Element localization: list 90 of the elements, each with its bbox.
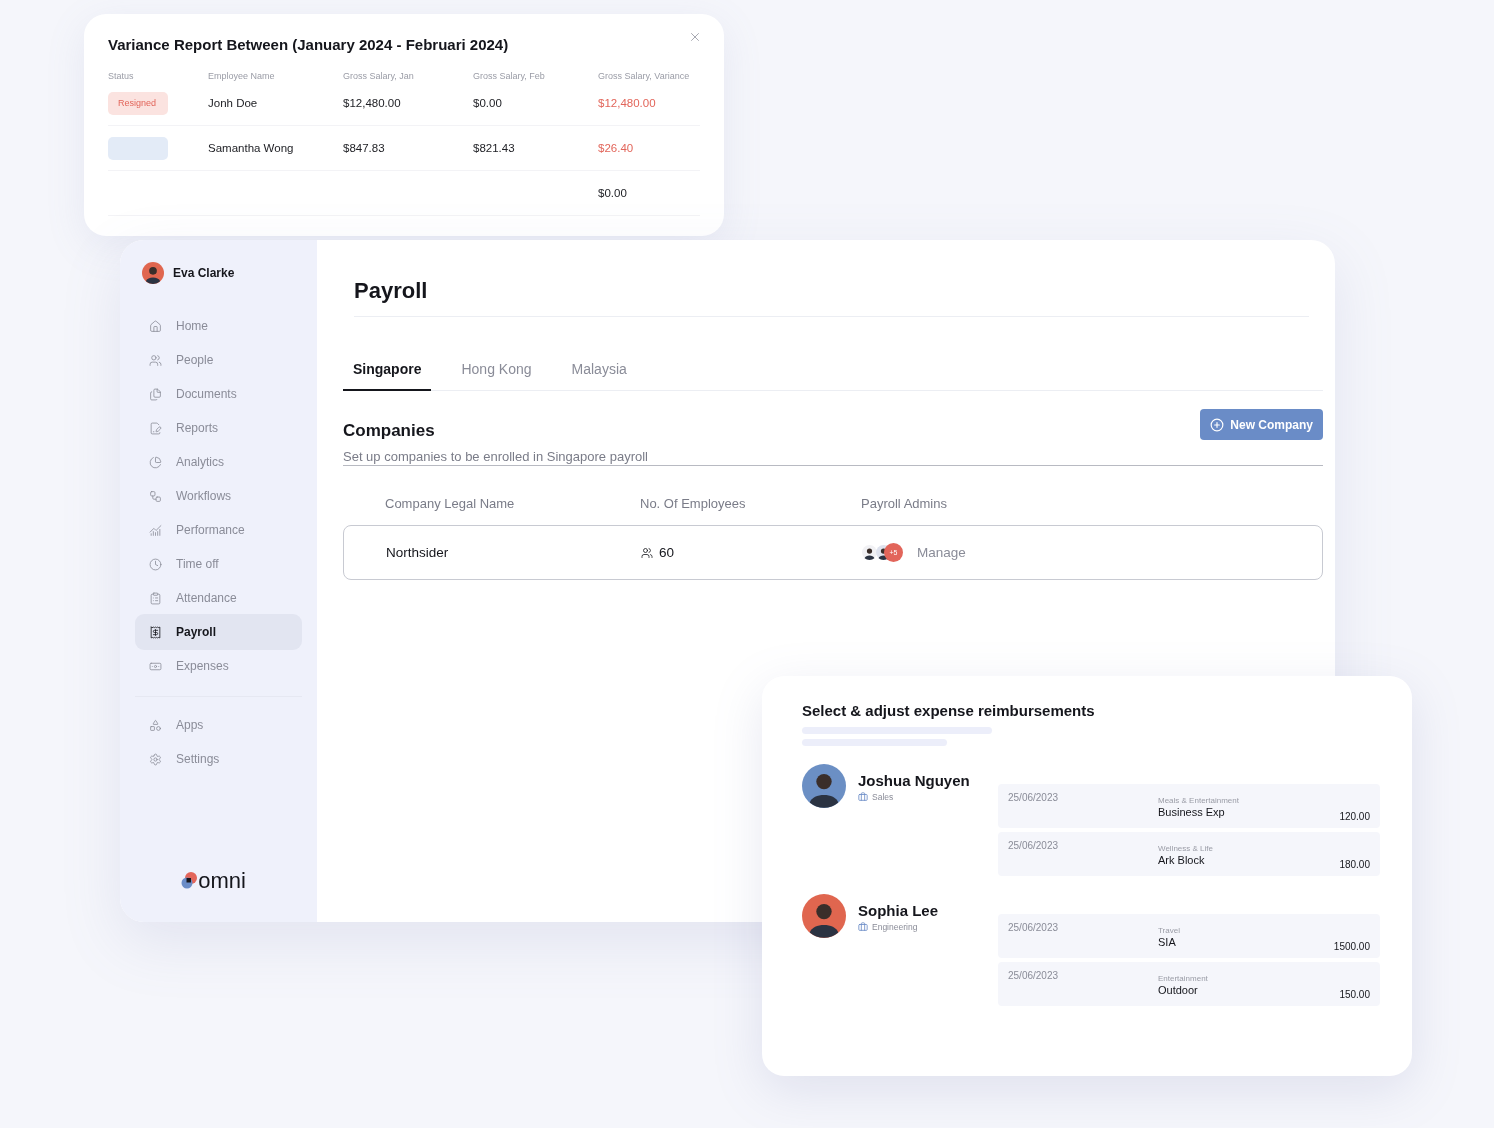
- column-header: Gross Salary, Jan: [343, 70, 415, 81]
- close-icon[interactable]: [688, 30, 702, 44]
- nav-item[interactable]: Workflows: [135, 478, 302, 514]
- employee-name: Sophia Lee: [858, 902, 939, 919]
- department: Sales: [872, 792, 894, 802]
- tab[interactable]: Singapore: [343, 351, 432, 391]
- expense-amount: 150.00: [1339, 989, 1370, 1002]
- nav-item[interactable]: Settings: [135, 741, 302, 777]
- nav-item[interactable]: Payroll: [135, 614, 302, 650]
- nav-item[interactable]: Time off: [135, 546, 302, 582]
- nav-item[interactable]: Performance: [135, 512, 302, 548]
- employee-name: Samantha Wong: [208, 126, 343, 171]
- expense-row[interactable]: 25/06/2023 Wellness & Life Ark Block 180.00: [998, 832, 1380, 876]
- workflow-icon: [149, 489, 162, 503]
- briefcase-icon: [858, 792, 868, 802]
- employee-count: 60: [659, 545, 675, 560]
- table-cell: $847.83: [343, 126, 473, 171]
- tab[interactable]: Hong Kong: [451, 351, 542, 391]
- new-company-button[interactable]: New Company: [1200, 409, 1323, 440]
- shapes-icon: [149, 718, 162, 732]
- expense-amount: 120.00: [1339, 811, 1370, 824]
- pie-chart-icon: [149, 455, 162, 469]
- tab[interactable]: Malaysia: [561, 351, 637, 391]
- expense-date: 25/06/2023: [1008, 839, 1060, 853]
- nav-item[interactable]: Expenses: [135, 648, 302, 684]
- briefcase-icon: [858, 922, 868, 932]
- nav-item[interactable]: Apps: [135, 707, 302, 743]
- receipt-icon: [149, 625, 162, 639]
- table-cell: $0.00: [473, 81, 598, 126]
- expense-row[interactable]: 25/06/2023 Entertainment Outdoor 150.00: [998, 962, 1380, 1006]
- plus-circle-icon: [1210, 417, 1225, 432]
- employee-avatar: [802, 764, 846, 808]
- expense-name: Outdoor: [1158, 984, 1199, 996]
- page-title: Payroll: [354, 278, 1309, 317]
- employee-avatar: [802, 894, 846, 938]
- expense-amount: 1500.00: [1333, 941, 1370, 954]
- table-cell: $12,480.00: [343, 81, 473, 126]
- column-header: Gross Salary, Variance: [598, 70, 691, 81]
- expense-row[interactable]: 25/06/2023 Travel SIA 1500.00: [998, 914, 1380, 958]
- user-name: Eva Clarke: [173, 266, 235, 280]
- column-header: Gross Salary, Feb: [473, 70, 546, 81]
- employee-name: Joshua Nguyen: [858, 772, 970, 789]
- column-header: Status: [108, 70, 135, 81]
- company-name: Northsider: [386, 544, 450, 562]
- section-title: Companies: [343, 421, 436, 441]
- nav-item[interactable]: Home: [135, 308, 302, 344]
- expense-amount: 180.00: [1339, 859, 1370, 872]
- admin-avatar: [862, 545, 877, 560]
- expense-category: Meals & Entertainment: [1158, 796, 1240, 805]
- clock-icon: [149, 557, 162, 571]
- expense-row[interactable]: 25/06/2023 Meals & Entertainment Business Exp 120.00: [998, 784, 1380, 828]
- nav-item[interactable]: Documents: [135, 376, 302, 412]
- column-header: No. Of Employees: [640, 495, 747, 513]
- employee-name: Jonh Doe: [208, 81, 343, 126]
- expense-name: Business Exp: [1158, 806, 1226, 818]
- variance-cell: $12,480.00: [598, 81, 700, 126]
- column-header: Company Legal Name: [385, 495, 516, 513]
- expense-name: SIA: [1158, 936, 1177, 948]
- department: Engineering: [872, 922, 918, 932]
- manage-link[interactable]: Manage: [917, 545, 966, 560]
- chart-icon: [149, 523, 162, 537]
- table-cell: $821.43: [473, 126, 598, 171]
- people-icon: [641, 546, 653, 559]
- column-header: Employee Name: [208, 70, 276, 81]
- expense-date: 25/06/2023: [1008, 791, 1060, 805]
- column-header: Payroll Admins: [861, 495, 948, 513]
- status-badge: Resigned: [108, 91, 168, 115]
- expense-category: Entertainment: [1158, 974, 1209, 983]
- house-icon: [149, 319, 162, 333]
- variance-cell: $26.40: [598, 126, 700, 171]
- clipboard-icon: [149, 591, 162, 605]
- settings-icon: [149, 752, 162, 766]
- card-title: Select & adjust expense reimbursements: [802, 702, 1095, 719]
- expense-date: 25/06/2023: [1008, 969, 1060, 983]
- nav-item[interactable]: Reports: [135, 410, 302, 446]
- nav-item[interactable]: Analytics: [135, 444, 302, 480]
- nav-item[interactable]: Attendance: [135, 580, 302, 616]
- report-title: Variance Report Between (January 2024 - Februari 2024): [108, 36, 509, 53]
- people-icon: [149, 353, 162, 367]
- variance-cell: $0.00: [598, 171, 700, 216]
- documents-icon: [149, 387, 162, 401]
- expense-category: Travel: [1158, 926, 1181, 935]
- nav-item[interactable]: People: [135, 342, 302, 378]
- user-avatar: [142, 262, 164, 284]
- section-subtitle: Set up companies to be enrolled in Singapore payroll: [343, 449, 648, 464]
- document-pen-icon: [149, 421, 162, 435]
- expense-category: Wellness & Life: [1158, 844, 1214, 853]
- expense-name: Ark Block: [1158, 854, 1206, 866]
- logo-text: omni: [198, 870, 246, 892]
- expense-date: 25/06/2023: [1008, 921, 1060, 935]
